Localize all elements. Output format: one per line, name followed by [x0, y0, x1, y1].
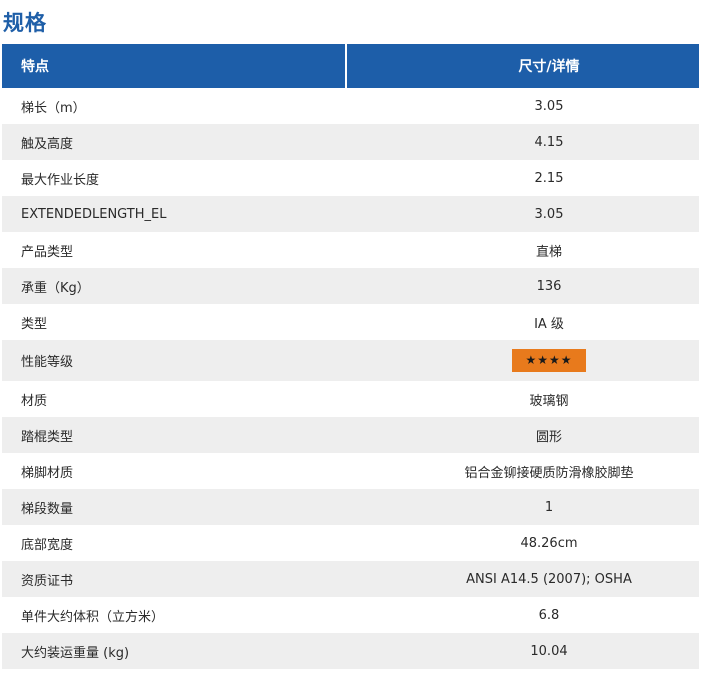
row-feature-label: 产品类型 [2, 232, 347, 268]
row-value: 3.05 [347, 88, 699, 124]
row-value: 2.15 [347, 160, 699, 196]
row-value: 136 [347, 268, 699, 304]
table-row: 性能等级 ★★★★ [2, 340, 699, 381]
table-row: 触及高度 4.15 [2, 124, 699, 160]
table-row: 最大作业长度 2.15 [2, 160, 699, 196]
row-feature-label: 资质证书 [2, 561, 347, 597]
row-value: 10.04 [347, 633, 699, 669]
table-row: 产品类型 直梯 [2, 232, 699, 268]
row-feature-label: 梯脚材质 [2, 453, 347, 489]
table-row: 梯段数量 1 [2, 489, 699, 525]
row-value: ANSI A14.5 (2007); OSHA [347, 561, 699, 597]
table-row: 单件大约体积（立方米） 6.8 [2, 597, 699, 633]
row-feature-label: 类型 [2, 304, 347, 340]
row-value: 1 [347, 489, 699, 525]
row-feature-label: 材质 [2, 381, 347, 417]
row-feature-label: 梯长（m） [2, 88, 347, 124]
table-row: 资质证书 ANSI A14.5 (2007); OSHA [2, 561, 699, 597]
row-value: 圆形 [347, 417, 699, 453]
page-title: 规格 [3, 11, 47, 35]
rating-cell: ★★★★ [347, 340, 699, 381]
row-feature-label: 触及高度 [2, 124, 347, 160]
table-row: 大约装运重量 (kg) 10.04 [2, 633, 699, 669]
table-row: 梯脚材质 铝合金铆接硬质防滑橡胶脚垫 [2, 453, 699, 489]
row-feature-label: 性能等级 [2, 340, 347, 381]
column-header-detail: 尺寸/详情 [347, 44, 699, 88]
table-row: 材质 玻璃钢 [2, 381, 699, 417]
table-row: 踏棍类型 圆形 [2, 417, 699, 453]
row-feature-label: 大约装运重量 (kg) [2, 633, 347, 669]
table-row: 底部宽度 48.26cm [2, 525, 699, 561]
row-value: IA 级 [347, 304, 699, 340]
row-value: 6.8 [347, 597, 699, 633]
table-header-row: 特点 尺寸/详情 [2, 44, 699, 88]
row-value: 4.15 [347, 124, 699, 160]
row-feature-label: 梯段数量 [2, 489, 347, 525]
row-value: 3.05 [347, 196, 699, 232]
column-header-feature: 特点 [2, 44, 347, 88]
row-value: 玻璃钢 [347, 381, 699, 417]
row-feature-label: 踏棍类型 [2, 417, 347, 453]
star-rating-badge: ★★★★ [512, 349, 586, 372]
spec-table: 特点 尺寸/详情 梯长（m） 3.05 触及高度 4.15 最大作业长度 2.1… [2, 44, 699, 669]
row-feature-label: 单件大约体积（立方米） [2, 597, 347, 633]
row-value: 48.26cm [347, 525, 699, 561]
row-feature-label: EXTENDEDLENGTH_EL [2, 196, 347, 232]
row-value: 直梯 [347, 232, 699, 268]
row-value: 铝合金铆接硬质防滑橡胶脚垫 [347, 453, 699, 489]
row-feature-label: 最大作业长度 [2, 160, 347, 196]
table-row: 类型 IA 级 [2, 304, 699, 340]
row-feature-label: 承重（Kg） [2, 268, 347, 304]
table-row: 梯长（m） 3.05 [2, 88, 699, 124]
table-row: EXTENDEDLENGTH_EL 3.05 [2, 196, 699, 232]
row-feature-label: 底部宽度 [2, 525, 347, 561]
table-row: 承重（Kg） 136 [2, 268, 699, 304]
